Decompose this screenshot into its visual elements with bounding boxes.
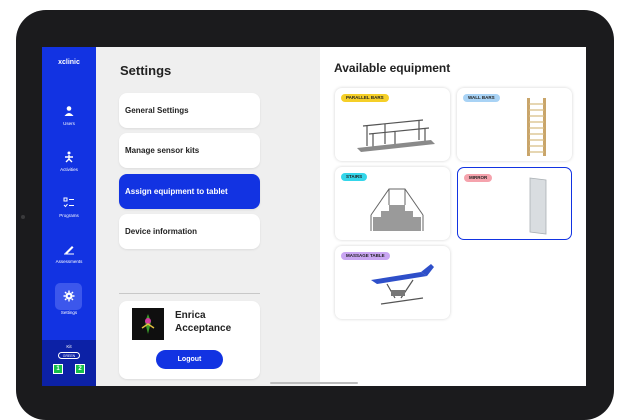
equipment-tag: MIRROR bbox=[464, 174, 493, 182]
menu-manage-sensor-kits[interactable]: Manage sensor kits bbox=[119, 133, 260, 168]
equipment-tag: WALL BARS bbox=[463, 94, 500, 102]
activities-icon bbox=[65, 151, 73, 163]
tablet-screen: xclinic Users Activities Programs Assess… bbox=[42, 47, 586, 386]
user-card: Enrica Acceptance Logout bbox=[119, 301, 260, 379]
programs-icon bbox=[63, 197, 74, 208]
equipment-card-stairs[interactable]: STAIRS bbox=[335, 167, 450, 240]
sidebar-item-label: Users bbox=[63, 121, 75, 126]
sidebar-item-assessments[interactable]: Assessments bbox=[42, 243, 96, 264]
sidebar-item-label: Activities bbox=[60, 167, 78, 172]
home-indicator bbox=[270, 382, 358, 384]
equipment-tag: STAIRS bbox=[341, 173, 368, 181]
gear-icon bbox=[63, 290, 75, 302]
camera-dot bbox=[21, 215, 25, 219]
kit-slot-1[interactable]: 1 bbox=[53, 364, 63, 374]
divider bbox=[119, 293, 260, 294]
equipment-card-parallel-bars[interactable]: PARALLEL BARS bbox=[335, 88, 450, 161]
equipment-tag: MASSAGE TABLE bbox=[341, 252, 390, 260]
settings-panel: Settings General Settings Manage sensor … bbox=[96, 47, 320, 386]
logout-button[interactable]: Logout bbox=[156, 350, 223, 369]
kit-status: Kit GREEN 1 2 bbox=[42, 340, 96, 386]
sidebar-item-label: Programs bbox=[59, 213, 79, 218]
menu-general-settings[interactable]: General Settings bbox=[119, 93, 260, 128]
kit-slot-2[interactable]: 2 bbox=[75, 364, 85, 374]
sidebar-item-activities[interactable]: Activities bbox=[42, 151, 96, 172]
sidebar: xclinic Users Activities Programs Assess… bbox=[42, 47, 96, 386]
sidebar-item-settings[interactable]: Settings bbox=[42, 290, 96, 315]
equipment-tag: PARALLEL BARS bbox=[341, 94, 389, 102]
page-title: Settings bbox=[120, 63, 172, 78]
kit-label: Kit bbox=[66, 344, 72, 349]
sidebar-item-programs[interactable]: Programs bbox=[42, 197, 96, 218]
section-title: Available equipment bbox=[334, 61, 451, 75]
sidebar-item-label: Settings bbox=[60, 310, 78, 315]
user-icon bbox=[64, 106, 74, 116]
equipment-card-mirror[interactable]: MIRROR bbox=[457, 167, 572, 240]
equipment-panel: Available equipment PARALLEL BARS WALL B… bbox=[320, 47, 586, 386]
equipment-card-massage-table[interactable]: MASSAGE TABLE bbox=[335, 246, 450, 319]
sidebar-item-users[interactable]: Users bbox=[42, 105, 96, 126]
sidebar-item-label: Assessments bbox=[55, 259, 83, 264]
menu-device-information[interactable]: Device information bbox=[119, 214, 260, 249]
assessments-icon bbox=[64, 246, 74, 255]
equipment-card-wall-bars[interactable]: WALL BARS bbox=[457, 88, 572, 161]
user-name: Enrica Acceptance bbox=[175, 310, 232, 334]
app-logo: xclinic bbox=[58, 59, 80, 66]
kit-badge: GREEN bbox=[58, 352, 80, 359]
menu-assign-equipment[interactable]: Assign equipment to tablet bbox=[119, 174, 260, 209]
avatar bbox=[132, 308, 164, 340]
